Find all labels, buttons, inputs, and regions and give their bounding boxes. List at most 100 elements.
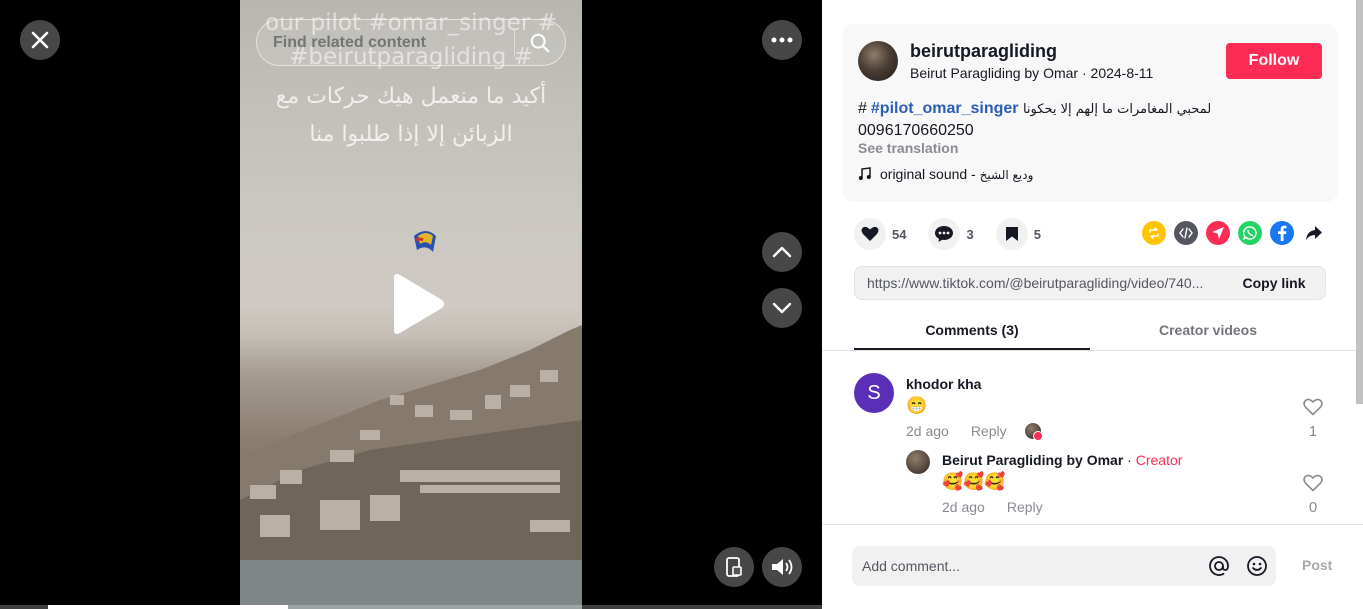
reply-separator: · [1123, 452, 1136, 468]
save-button[interactable] [995, 218, 1028, 250]
reply-author-name[interactable]: Beirut Paragliding by Omar [942, 452, 1123, 468]
send-icon [1212, 227, 1224, 239]
reply-text: 🥰🥰🥰 [942, 472, 1006, 491]
send-to-friends-button[interactable] [1206, 221, 1230, 245]
comment-author-name[interactable]: khodor kha [906, 376, 981, 392]
close-icon [31, 31, 49, 49]
comment-list: S khodor kha 😁 2d ago Reply 1 Beirut Par… [822, 351, 1363, 523]
tiktok-video-viewer: our pilot #omar_singer # #beirutparaglid… [0, 0, 1363, 609]
reply-reply-button[interactable]: Reply [1007, 499, 1043, 515]
comment-like[interactable]: 1 [1301, 398, 1325, 440]
close-button[interactable] [20, 20, 60, 60]
search-button[interactable] [515, 19, 565, 66]
chevron-down-icon [772, 302, 792, 314]
comment-button[interactable] [928, 218, 961, 250]
heart-icon [861, 226, 879, 241]
video-progress-bar[interactable] [0, 605, 822, 609]
emoji-icon [1247, 556, 1267, 576]
save-count: 5 [1033, 226, 1041, 242]
heart-outline-icon [1303, 398, 1323, 416]
more-options-button[interactable] [762, 20, 802, 60]
facebook-share-button[interactable] [1270, 221, 1294, 245]
sound-link[interactable]: original sound - وديع الشيخ [858, 166, 1033, 182]
comment-like-count: 1 [1308, 423, 1318, 440]
caption-phone: 0096170660250 [858, 122, 974, 139]
comment-avatar[interactable]: S [854, 373, 894, 413]
video-progress-fill [48, 605, 288, 609]
follow-button[interactable]: Follow [1226, 43, 1322, 79]
related-search-input[interactable] [257, 33, 514, 52]
video-url[interactable]: https://www.tiktok.com/@beirutparaglidin… [855, 275, 1223, 291]
copy-link-box: https://www.tiktok.com/@beirutparaglidin… [854, 266, 1326, 300]
reply-like[interactable]: 0 [1301, 474, 1325, 516]
tab-creator-videos[interactable]: Creator videos [1090, 314, 1326, 350]
comment-input[interactable] [852, 558, 1200, 574]
at-sign-icon [1209, 556, 1229, 576]
video-overlay-caption: أكيد ما منعمل هيك حركات مع الزبائن إلا إ… [275, 84, 547, 147]
embed-icon [1179, 227, 1193, 239]
play-button[interactable] [388, 272, 446, 336]
more-icon [771, 37, 793, 43]
panel-tabs: Comments (3) Creator videos [854, 314, 1326, 350]
reply-author: Beirut Paragliding by Omar · Creator [942, 452, 1182, 468]
comment-meta: 2d ago Reply [906, 423, 1043, 441]
comment-icon [935, 226, 954, 242]
chevron-up-icon [772, 246, 792, 258]
next-video-button[interactable] [762, 288, 802, 328]
picture-in-picture-button[interactable] [714, 547, 754, 587]
comment-timestamp: 2d ago [906, 423, 949, 439]
emoji-button[interactable] [1238, 546, 1276, 586]
repost-icon [1149, 227, 1159, 239]
reply-avatar[interactable] [906, 450, 930, 474]
volume-icon [772, 559, 793, 575]
comment-reply-button[interactable]: Reply [971, 423, 1007, 439]
sound-artist: وديع الشيخ [979, 168, 1034, 182]
share-buttons [1142, 221, 1326, 245]
sound-label: original sound - [880, 166, 980, 182]
search-icon [530, 33, 550, 52]
caption-line-1: # #pilot_omar_singer لمحبي المغامرات ما إ… [858, 98, 1318, 120]
post-date: 2024-8-11 [1090, 65, 1154, 81]
comment-text: 😁 [906, 396, 928, 415]
like-action[interactable]: 54 [854, 218, 906, 250]
embed-button[interactable] [1174, 221, 1198, 245]
tab-comments[interactable]: Comments (3) [854, 314, 1090, 350]
repost-button[interactable] [1142, 221, 1166, 245]
volume-button[interactable] [762, 547, 802, 587]
details-panel: beirutparagliding Beirut Paragliding by … [822, 0, 1363, 609]
music-note-icon [858, 167, 871, 180]
compose-divider [822, 524, 1363, 525]
save-action[interactable]: 5 [995, 218, 1041, 250]
author-display-name[interactable]: Beirut Paragliding by Omar [910, 65, 1078, 81]
reply-like-count: 0 [1308, 499, 1318, 516]
panel-scrollbar[interactable] [1356, 0, 1363, 404]
like-count: 54 [892, 226, 907, 242]
video-info-card: beirutparagliding Beirut Paragliding by … [842, 24, 1338, 202]
bookmark-icon [1005, 227, 1018, 241]
copy-link-button[interactable]: Copy link [1223, 275, 1325, 291]
previous-video-button[interactable] [762, 232, 802, 272]
play-icon [394, 274, 444, 334]
whatsapp-share-button[interactable] [1238, 221, 1262, 245]
caption-hash: # [858, 100, 867, 117]
video-pane: our pilot #omar_singer # #beirutparaglid… [0, 0, 822, 609]
engagement-bar: 54 3 5 [854, 218, 1063, 250]
share-arrow-icon [1306, 226, 1322, 240]
post-comment-button[interactable]: Post [1302, 557, 1332, 573]
picture-in-picture-icon [726, 557, 742, 577]
comment-action[interactable]: 3 [928, 218, 974, 250]
author-avatar[interactable] [858, 41, 898, 81]
mention-button[interactable] [1200, 546, 1238, 586]
like-button[interactable] [854, 218, 886, 250]
facebook-icon [1278, 225, 1287, 241]
caption-arabic-text: لمحبي المغامرات ما إلهم إلا يحكونا [1022, 102, 1212, 117]
caption-hashtag-link[interactable]: #pilot_omar_singer [871, 100, 1019, 117]
reply-meta: 2d ago Reply [942, 499, 1043, 515]
related-search-bar[interactable] [256, 19, 566, 66]
creator-liked-avatar [1024, 423, 1043, 441]
subline-separator: · [1078, 65, 1091, 81]
author-subline: Beirut Paragliding by Omar · 2024-8-11 [910, 65, 1153, 81]
author-username[interactable]: beirutparagliding [910, 41, 1057, 62]
more-share-button[interactable] [1302, 221, 1326, 245]
see-translation-link[interactable]: See translation [858, 140, 958, 156]
